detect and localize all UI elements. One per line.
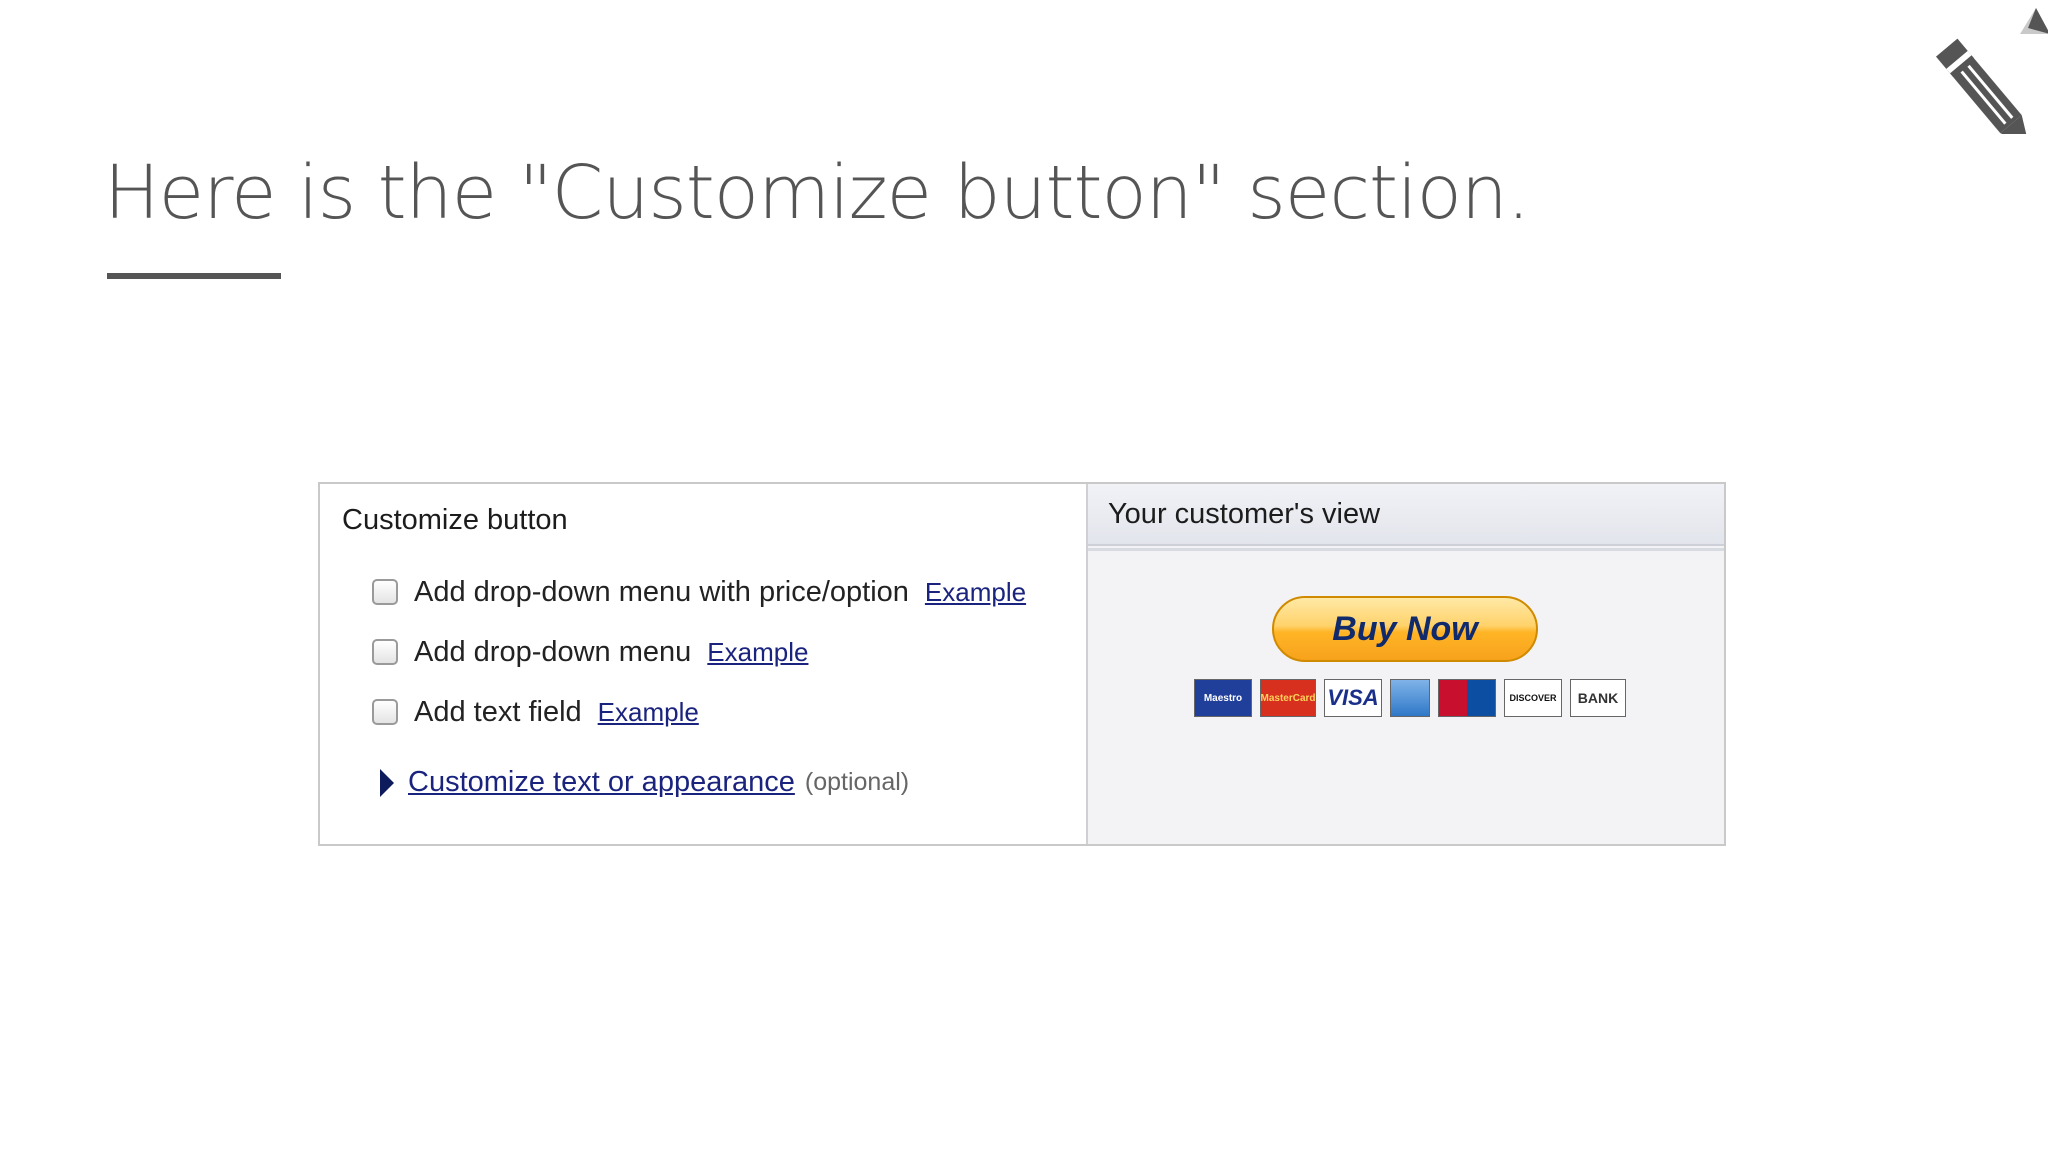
customer-view-pane: Your customer's view Buy Now Maestro Mas… [1086, 484, 1724, 844]
customize-button-panel: Customize button Add drop-down menu with… [318, 482, 1726, 846]
option-row-dropdown: Add drop-down menu Example [372, 632, 808, 672]
option-row-price-dropdown: Add drop-down menu with price/option Exa… [372, 572, 1026, 612]
payment-card-logos: Maestro MasterCard VISA DISCOVER BANK [1194, 679, 1626, 717]
customize-appearance-link[interactable]: Customize text or appearance [408, 766, 795, 799]
maestro-card-icon: Maestro [1194, 679, 1252, 717]
bank-card-icon: BANK [1570, 679, 1626, 717]
mastercard-card-icon: MasterCard [1260, 679, 1316, 717]
dropdown-checkbox[interactable] [372, 639, 398, 665]
expand-triangle-icon[interactable] [380, 768, 394, 797]
slide: Here is the "Customize button" section. … [0, 0, 2048, 1152]
customize-appearance-row: Customize text or appearance (optional) [380, 766, 909, 799]
title-underline [107, 273, 281, 279]
option-label: Add drop-down menu [414, 635, 692, 668]
customize-heading: Customize button [342, 504, 568, 536]
optional-note: (optional) [804, 768, 910, 796]
visa-card-icon: VISA [1324, 679, 1382, 717]
text-field-checkbox[interactable] [372, 699, 398, 725]
example-link[interactable]: Example [598, 697, 699, 728]
customer-view-heading: Your customer's view [1108, 498, 1381, 530]
pencil-icon [1900, 4, 2048, 146]
jcb-card-icon [1438, 679, 1496, 717]
example-link[interactable]: Example [707, 637, 808, 668]
option-label: Add text field [414, 695, 582, 728]
discover-card-icon: DISCOVER [1504, 679, 1562, 717]
option-label: Add drop-down menu with price/option [414, 575, 909, 608]
option-row-text-field: Add text field Example [372, 692, 699, 732]
example-link[interactable]: Example [925, 577, 1026, 608]
customer-view-header: Your customer's view [1088, 484, 1724, 551]
slide-title: Here is the "Customize button" section. [104, 150, 1530, 236]
price-dropdown-checkbox[interactable] [372, 579, 398, 605]
customize-pane: Customize button Add drop-down menu with… [320, 484, 1086, 844]
buy-now-button[interactable]: Buy Now [1272, 596, 1538, 662]
amex-card-icon [1390, 679, 1430, 717]
